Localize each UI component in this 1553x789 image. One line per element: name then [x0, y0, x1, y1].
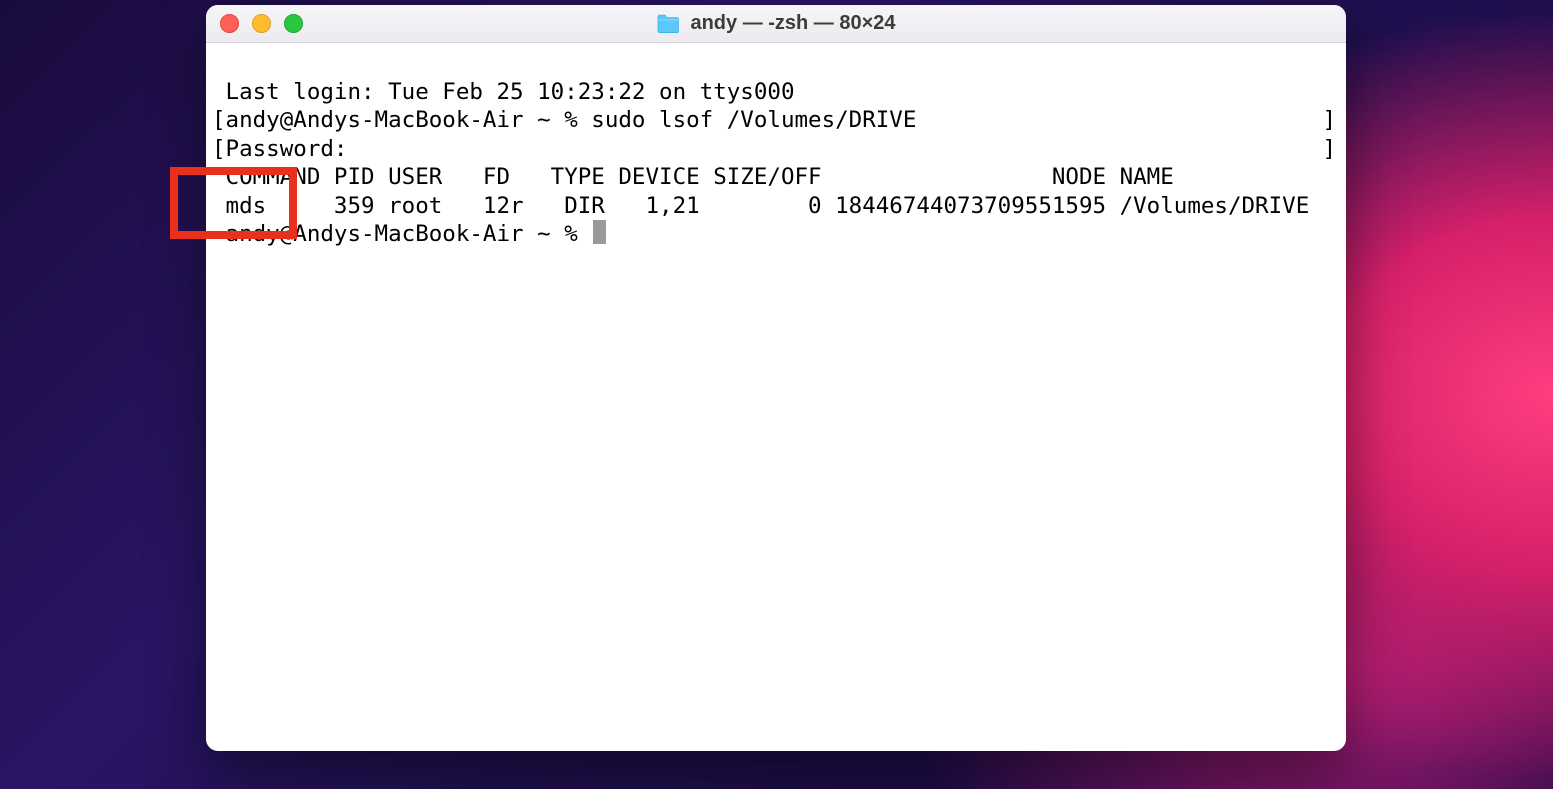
- last-login-line: Last login: Tue Feb 25 10:23:22 on ttys0…: [212, 79, 795, 105]
- prompt-user-host: andy@Andys-MacBook-Air ~ %: [226, 107, 592, 133]
- terminal-content[interactable]: Last login: Tue Feb 25 10:23:22 on ttys0…: [206, 43, 1346, 751]
- prompt-user-host: andy@Andys-MacBook-Air ~ %: [226, 221, 592, 247]
- window-controls: [220, 14, 303, 33]
- lsof-header-row: COMMAND PID USER FD TYPE DEVICE SIZE/OFF…: [212, 164, 1174, 190]
- minimize-button[interactable]: [252, 14, 271, 33]
- zoom-button[interactable]: [284, 14, 303, 33]
- folder-icon: [656, 14, 680, 34]
- command-entered: sudo lsof /Volumes/DRIVE: [591, 107, 916, 133]
- cursor: [593, 220, 606, 244]
- window-title-text: andy — -zsh — 80×24: [690, 12, 895, 35]
- window-title: andy — -zsh — 80×24: [656, 12, 895, 35]
- password-line: [Password:]: [212, 136, 347, 162]
- prompt-line-2[interactable]: andy@Andys-MacBook-Air ~ %: [212, 221, 606, 247]
- password-label: Password:: [226, 136, 348, 162]
- terminal-window: andy — -zsh — 80×24 Last login: Tue Feb …: [206, 5, 1346, 751]
- close-button[interactable]: [220, 14, 239, 33]
- prompt-line-1: [andy@Andys-MacBook-Air ~ % sudo lsof /V…: [212, 107, 916, 133]
- lsof-data-row: mds 359 root 12r DIR 1,21 0 184467440737…: [212, 193, 1309, 219]
- window-titlebar[interactable]: andy — -zsh — 80×24: [206, 5, 1346, 43]
